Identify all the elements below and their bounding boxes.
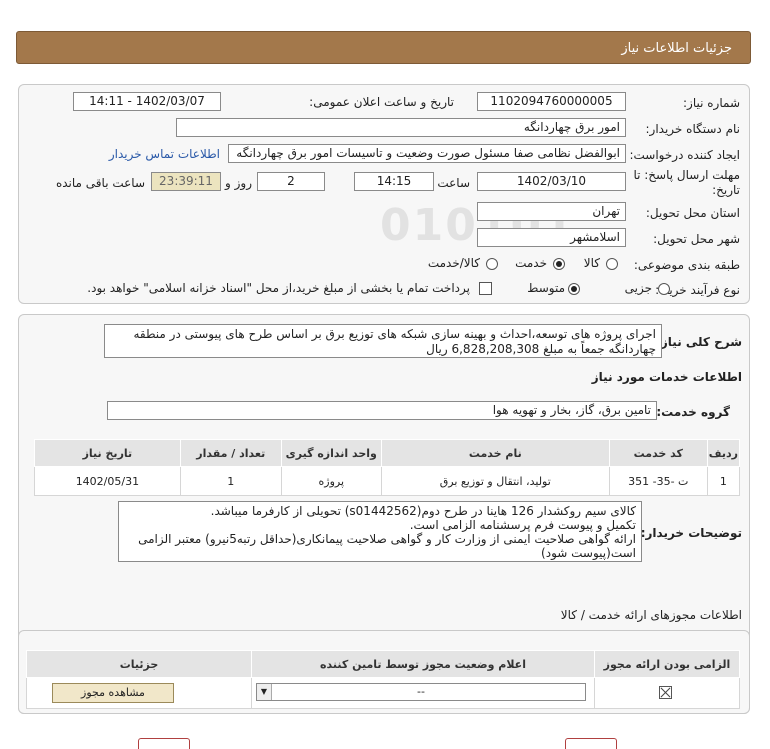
bottom-button-stub-2[interactable] bbox=[565, 738, 617, 749]
service-group-field: تامین برق، گاز، بخار و تهویه هوا bbox=[107, 401, 657, 420]
title-bar: جزئیات اطلاعات نیاز bbox=[16, 31, 751, 64]
deadline-date-field: 1402/03/10 bbox=[477, 172, 626, 191]
chevron-down-icon: ▼ bbox=[257, 684, 272, 700]
bottom-button-stub-1[interactable] bbox=[138, 738, 190, 749]
col-code: کد خدمت bbox=[608, 439, 708, 467]
required-checkbox-icon bbox=[659, 686, 672, 699]
province-label: استان محل تحویل: bbox=[645, 206, 740, 220]
remaining-timer: 23:39:11 bbox=[151, 172, 221, 191]
summary-label: شرح کلی نیاز: bbox=[656, 335, 742, 349]
category-option-service: خدمت bbox=[515, 256, 547, 270]
col-required: الزامی بودن ارائه مجوز bbox=[594, 650, 740, 678]
remaining-label: ساعت باقی مانده bbox=[55, 176, 145, 190]
cell-code: ت -35- 351 bbox=[608, 466, 708, 496]
contact-buyer-link[interactable]: اطلاعات تماس خریدار bbox=[109, 147, 220, 161]
category-radio-goods[interactable] bbox=[606, 258, 618, 270]
announce-label: تاریخ و ساعت اعلان عمومی: bbox=[309, 95, 454, 109]
cell-date: 1402/05/31 bbox=[34, 466, 181, 496]
days-label: روز و bbox=[225, 176, 252, 190]
process-radio-medium[interactable] bbox=[568, 283, 580, 295]
col-qty: تعداد / مقدار bbox=[179, 439, 282, 467]
table-row: 1 ت -35- 351 تولید، انتقال و توزیع برق پ… bbox=[34, 466, 741, 496]
category-label: طبقه بندی موضوعی: bbox=[633, 258, 740, 272]
permits-table-header: الزامی بودن ارائه مجوز اعلام وضعیت مجوز … bbox=[26, 650, 740, 678]
city-label: شهر محل تحویل: bbox=[653, 232, 740, 246]
days-field: 2 bbox=[257, 172, 325, 191]
province-field: تهران bbox=[477, 202, 626, 221]
treasury-checkbox[interactable] bbox=[479, 282, 492, 295]
summary-line-1: اجرای پروژه های توسعه،احداث و بهینه سازی… bbox=[133, 327, 656, 341]
city-field: اسلامشهر bbox=[477, 228, 626, 247]
cell-required bbox=[594, 677, 740, 709]
deadline-label: مهلت ارسال پاسخ: تا bbox=[633, 168, 740, 182]
category-radio-service[interactable] bbox=[553, 258, 565, 270]
need-number-field: 1102094760000005 bbox=[477, 92, 626, 111]
col-status: اعلام وضعیت مجوز توسط تامین کننده bbox=[251, 650, 595, 678]
treasury-note: پرداخت تمام یا بخشی از مبلغ خرید،از محل … bbox=[87, 281, 470, 295]
page-title: جزئیات اطلاعات نیاز bbox=[621, 41, 732, 56]
summary-textbox: اجرای پروژه های توسعه،احداث و بهینه سازی… bbox=[104, 324, 662, 358]
services-table: ردیف کد خدمت نام خدمت واحد اندازه گیری ت… bbox=[34, 439, 741, 496]
deadline-label-date: تاریخ: bbox=[712, 183, 740, 197]
need-details-page: جزئیات اطلاعات نیاز 010101 ParsNamadData… bbox=[0, 0, 770, 749]
col-date: تاریخ نیاز bbox=[34, 439, 181, 467]
col-row: ردیف bbox=[706, 439, 741, 467]
view-permit-button[interactable]: مشاهده مجوز bbox=[52, 683, 174, 703]
permit-status-select[interactable]: ▼ -- bbox=[256, 683, 586, 701]
col-details: جزئیات bbox=[26, 650, 252, 678]
need-number-label: شماره نیاز: bbox=[683, 96, 740, 110]
process-option-minor: جزیی bbox=[624, 281, 652, 295]
col-unit: واحد اندازه گیری bbox=[280, 439, 382, 467]
process-radio-minor[interactable] bbox=[658, 283, 670, 295]
permits-table: الزامی بودن ارائه مجوز اعلام وضعیت مجوز … bbox=[26, 650, 740, 709]
buyer-note-line-1: کالای سیم روکشدار 126 هاینا در طرح دوم(s… bbox=[210, 504, 636, 518]
buyer-org-label: نام دستگاه خریدار: bbox=[645, 122, 741, 136]
buyer-note-line-3: ارائه گواهی صلاحیت ایمنی از وزارت کار و … bbox=[138, 532, 636, 546]
buyer-org-field: امور برق چهاردانگه bbox=[176, 118, 626, 137]
buyer-note-line-4: است(پیوست شود) bbox=[541, 546, 636, 560]
requester-label: ایجاد کننده درخواست: bbox=[629, 148, 740, 162]
category-option-goods-service: کالا/خدمت bbox=[427, 256, 480, 270]
process-option-medium: متوسط bbox=[527, 281, 565, 295]
cell-qty: 1 bbox=[179, 466, 282, 496]
service-group-label: گروه خدمت: bbox=[656, 405, 730, 419]
cell-unit: پروژه bbox=[280, 466, 382, 496]
buyer-note-line-2: تکمیل و پیوست فرم پرسشنامه الزامی است. bbox=[409, 518, 636, 532]
deadline-time-label: ساعت bbox=[437, 176, 470, 190]
services-section-title: اطلاعات خدمات مورد نیاز bbox=[591, 370, 742, 384]
category-option-goods: کالا bbox=[583, 256, 600, 270]
announce-field: 1402/03/07 - 14:11 bbox=[73, 92, 221, 111]
cell-status: ▼ -- bbox=[251, 677, 595, 709]
permits-section-title: اطلاعات مجوزهای ارائه خدمت / کالا bbox=[560, 608, 742, 622]
col-name: نام خدمت bbox=[380, 439, 610, 467]
category-radio-goods-service[interactable] bbox=[486, 258, 498, 270]
buyer-notes-label: توضیحات خریدار: bbox=[640, 526, 742, 540]
cell-row: 1 bbox=[706, 466, 741, 496]
permit-status-value: -- bbox=[417, 685, 425, 698]
cell-details: مشاهده مجوز bbox=[26, 677, 252, 709]
deadline-time-field: 14:15 bbox=[354, 172, 434, 191]
cell-name: تولید، انتقال و توزیع برق bbox=[380, 466, 610, 496]
services-table-header: ردیف کد خدمت نام خدمت واحد اندازه گیری ت… bbox=[34, 439, 741, 467]
summary-line-2: چهاردانگه جمعاً به مبلغ 6,828,208,308 ری… bbox=[426, 342, 656, 356]
table-row: ▼ -- مشاهده مجوز bbox=[26, 677, 740, 709]
buyer-notes-textbox: کالای سیم روکشدار 126 هاینا در طرح دوم(s… bbox=[118, 501, 642, 562]
requester-field: ابوالفضل نظامی صفا مسئول صورت وضعیت و تا… bbox=[228, 144, 626, 163]
